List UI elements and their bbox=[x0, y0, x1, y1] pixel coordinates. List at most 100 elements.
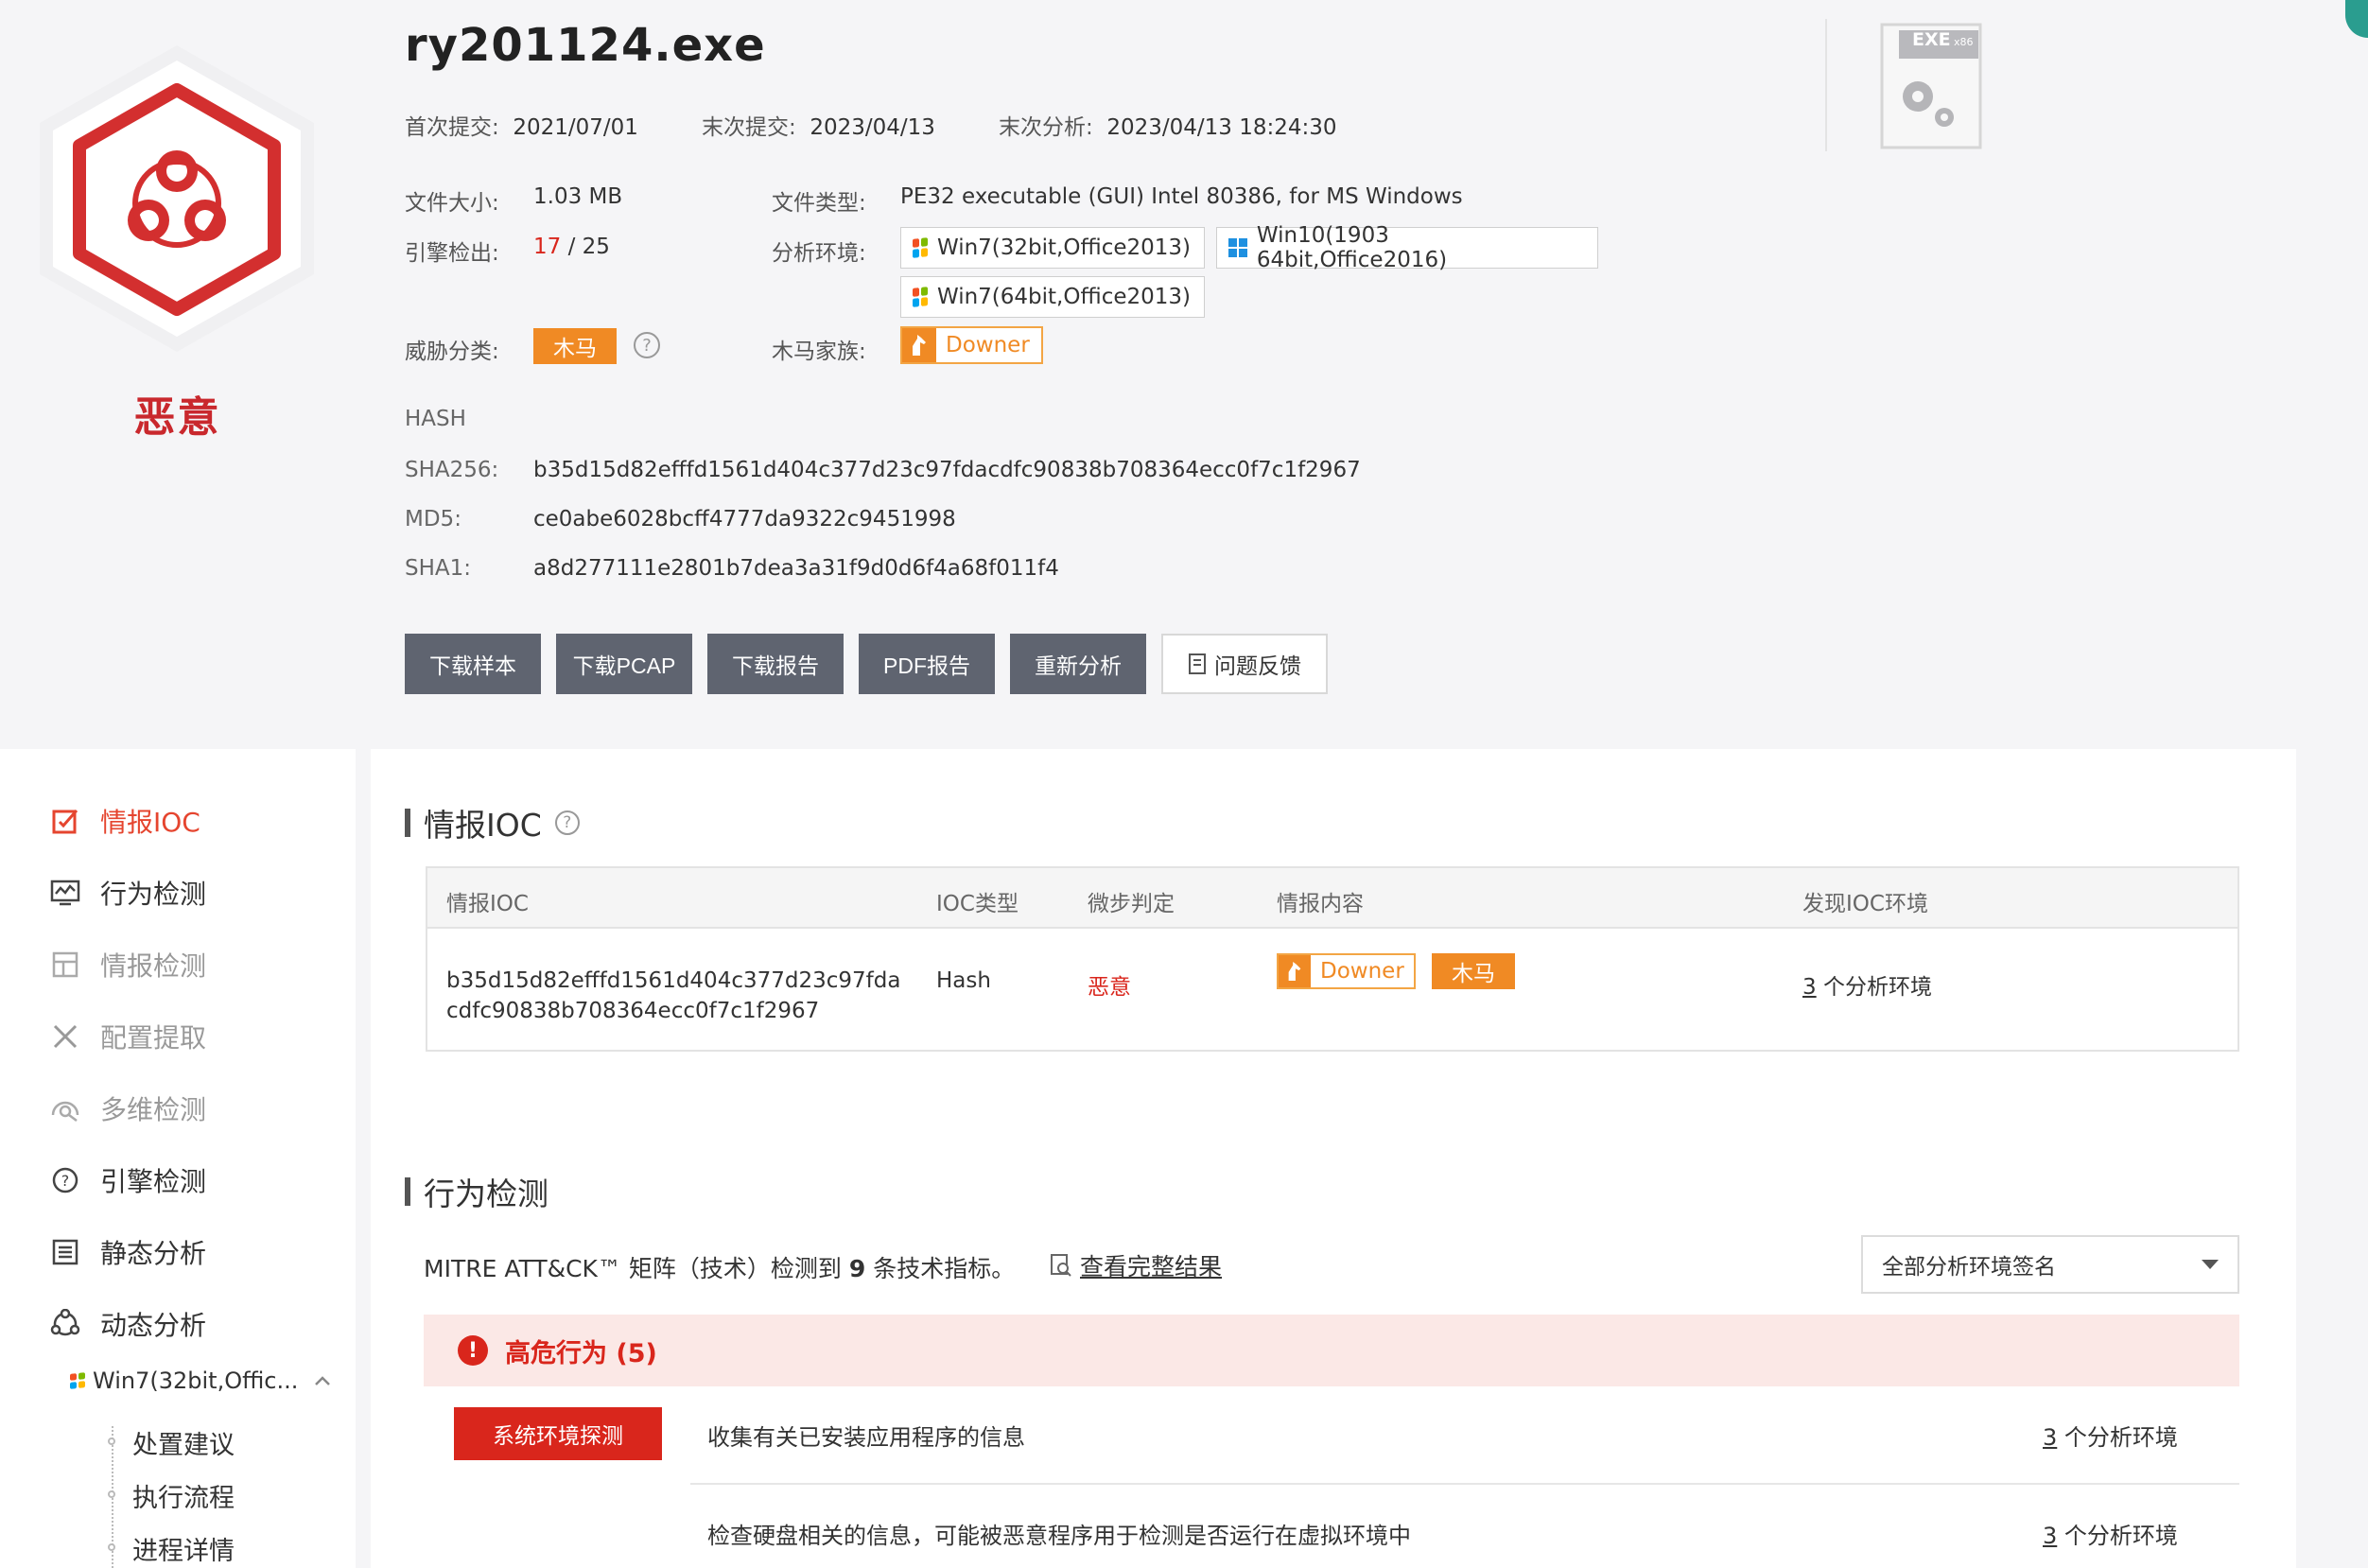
behavior-item[interactable]: 收集有关已安装应用程序的信息 bbox=[707, 1419, 1025, 1452]
file-size-label: 文件大小: bbox=[405, 191, 499, 216]
sidebar-item-dynamic[interactable]: 动态分析 bbox=[49, 1303, 206, 1345]
behavior-env-count[interactable]: 3 个分析环境 bbox=[2043, 1419, 2178, 1452]
sidebar-item-config[interactable]: 配置提取 bbox=[49, 1016, 206, 1057]
high-risk-banner: ! 高危行为 (5) bbox=[424, 1315, 2239, 1386]
layout-icon bbox=[49, 949, 81, 981]
horse-icon bbox=[902, 328, 936, 362]
ioc-type: Hash bbox=[936, 968, 991, 993]
ioc-table: 情报IOC IOC类型 微步判定 情报内容 发现IOC环境 b35d15d82e… bbox=[426, 866, 2239, 1052]
threat-class-label: 威胁分类: bbox=[405, 340, 499, 364]
sha1-label: SHA1: bbox=[405, 556, 472, 581]
feedback-button[interactable]: 问题反馈 bbox=[1161, 634, 1328, 694]
list-icon bbox=[49, 1236, 81, 1268]
alert-icon: ! bbox=[458, 1335, 488, 1366]
hash-heading: HASH bbox=[405, 407, 466, 431]
cycle-icon bbox=[49, 1308, 81, 1340]
windows-logo-icon bbox=[913, 237, 928, 258]
file-type-label: 文件类型: bbox=[772, 191, 866, 216]
ioc-threat-tag[interactable]: 木马 bbox=[1432, 953, 1515, 989]
sha1-value[interactable]: a8d277111e2801b7dea3a31f9d0d6f4a68f011f4 bbox=[533, 556, 1059, 581]
sha256-label: SHA256: bbox=[405, 458, 499, 482]
svg-text:?: ? bbox=[61, 1172, 70, 1190]
horse-icon bbox=[1279, 955, 1311, 987]
divider bbox=[1825, 19, 1827, 151]
env-label: 分析环境: bbox=[772, 241, 866, 266]
malicious-biohazard-icon bbox=[40, 45, 314, 352]
file-summary: 恶意 ry201124.exe 首次提交: 2021/07/01 末次提交: 2… bbox=[0, 0, 2368, 747]
exe-arch: x86 bbox=[1954, 36, 1974, 48]
windows-logo-icon bbox=[70, 1372, 85, 1389]
reanalyze-button[interactable]: 重新分析 bbox=[1010, 634, 1146, 694]
last-analysis: 末次分析: 2023/04/13 18:24:30 bbox=[999, 115, 1337, 140]
download-report-button[interactable]: 下载报告 bbox=[707, 634, 844, 694]
family-chip[interactable]: Downer bbox=[900, 326, 1043, 364]
last-submit: 末次提交: 2023/04/13 bbox=[702, 115, 935, 140]
sidebar-item-intel[interactable]: 情报检测 bbox=[49, 944, 206, 985]
md5-label: MD5: bbox=[405, 507, 461, 531]
behavior-env-count[interactable]: 3 个分析环境 bbox=[2043, 1517, 2178, 1550]
sidebar-item-ioc[interactable]: 情报IOC bbox=[49, 800, 200, 842]
sidebar-item-multidim[interactable]: 多维检测 bbox=[49, 1088, 206, 1129]
windows-logo-icon bbox=[913, 287, 928, 307]
tree-node bbox=[108, 1543, 115, 1551]
behavior-item[interactable]: 检查硬盘相关的信息，可能被恶意程序用于检测是否运行在虚拟环境中 bbox=[707, 1517, 1411, 1550]
row-divider bbox=[690, 1483, 2239, 1485]
sidebar-item-behavior[interactable]: 行为检测 bbox=[49, 872, 206, 914]
threat-class-tag[interactable]: 木马 bbox=[533, 328, 617, 364]
caret-down-icon bbox=[2202, 1260, 2219, 1269]
file-type-value: PE32 executable (GUI) Intel 80386, for M… bbox=[900, 184, 1463, 209]
ioc-hash-line1[interactable]: b35d15d82efffd1561d404c377d23c97fda bbox=[446, 968, 900, 993]
sidebar-item-static[interactable]: 静态分析 bbox=[49, 1231, 206, 1273]
verdict-label: 恶意 bbox=[133, 393, 221, 442]
mitre-summary: MITRE ATT&CK™ 矩阵（技术）检测到 9 条技术指标。 bbox=[424, 1255, 1016, 1282]
tree-item-process[interactable]: 进程详情 bbox=[132, 1530, 235, 1567]
tools-icon bbox=[49, 1020, 81, 1053]
search-doc-icon bbox=[1051, 1254, 1071, 1277]
radar-icon bbox=[49, 1092, 81, 1124]
col-verdict: 微步判定 bbox=[1088, 892, 1175, 916]
document-icon bbox=[1189, 653, 1206, 674]
sidebar-env-item[interactable]: Win7(32bit,Offic... bbox=[70, 1368, 332, 1394]
behavior-section-title: 行为检测 bbox=[405, 1169, 548, 1214]
col-ioc-type: IOC类型 bbox=[936, 892, 1019, 916]
pdf-report-button[interactable]: PDF报告 bbox=[859, 634, 995, 694]
edge-tab[interactable] bbox=[2345, 0, 2368, 38]
col-env: 发现IOC环境 bbox=[1802, 892, 1928, 916]
edit-check-icon bbox=[49, 805, 81, 837]
ioc-verdict: 恶意 bbox=[1088, 975, 1131, 1000]
table-header: 情报IOC IOC类型 微步判定 情报内容 发现IOC环境 bbox=[427, 868, 2237, 929]
first-submit: 首次提交: 2021/07/01 bbox=[405, 115, 638, 140]
env-signature-select[interactable]: 全部分析环境签名 bbox=[1861, 1235, 2239, 1294]
ioc-hash-line2[interactable]: cdfc90838b708364ecc0f7c1f2967 bbox=[446, 999, 819, 1023]
exe-badge: EXE bbox=[1912, 29, 1951, 50]
tree-node bbox=[108, 1437, 115, 1445]
engines-value: 17 / 25 bbox=[533, 235, 610, 259]
sha256-value[interactable]: b35d15d82efffd1561d404c377d23c97fdacdfc9… bbox=[533, 458, 1361, 482]
tree-node bbox=[108, 1490, 115, 1498]
monitor-chart-icon bbox=[49, 877, 81, 909]
chevron-up-icon bbox=[315, 1376, 331, 1385]
file-name-title: ry201124.exe bbox=[405, 19, 766, 72]
ioc-env-count[interactable]: 3 个分析环境 bbox=[1802, 968, 1932, 1001]
engines-label: 引擎检出: bbox=[405, 241, 499, 266]
sidebar-item-engine[interactable]: ? 引擎检测 bbox=[49, 1159, 206, 1201]
windows10-logo-icon bbox=[1228, 238, 1247, 257]
family-label: 木马家族: bbox=[772, 340, 866, 364]
tree-item-flow[interactable]: 执行流程 bbox=[132, 1477, 235, 1514]
download-pcap-button[interactable]: 下载PCAP bbox=[556, 634, 692, 694]
col-ioc: 情报IOC bbox=[446, 892, 529, 916]
env-chip-win7-64[interactable]: Win7(64bit,Office2013) bbox=[900, 276, 1205, 318]
help-icon[interactable]: ? bbox=[554, 810, 580, 835]
full-result-link[interactable]: 查看完整结果 bbox=[1050, 1248, 1222, 1282]
tree-item-disposal[interactable]: 处置建议 bbox=[132, 1424, 235, 1461]
help-icon[interactable]: ? bbox=[634, 332, 660, 358]
file-size-value: 1.03 MB bbox=[533, 184, 623, 209]
download-sample-button[interactable]: 下载样本 bbox=[405, 634, 541, 694]
env-chip-win10[interactable]: Win10(1903 64bit,Office2016) bbox=[1216, 223, 1598, 272]
env-chip-win7-32[interactable]: Win7(32bit,Office2013) bbox=[900, 227, 1205, 269]
col-intel: 情报内容 bbox=[1277, 892, 1364, 916]
ioc-family-chip[interactable]: Downer bbox=[1277, 953, 1416, 989]
md5-value[interactable]: ce0abe6028bcff4777da9322c9451998 bbox=[533, 507, 956, 531]
ioc-section-title: 情报IOC ? bbox=[405, 800, 580, 845]
tactic-tag[interactable]: 系统环境探测 bbox=[454, 1407, 662, 1460]
